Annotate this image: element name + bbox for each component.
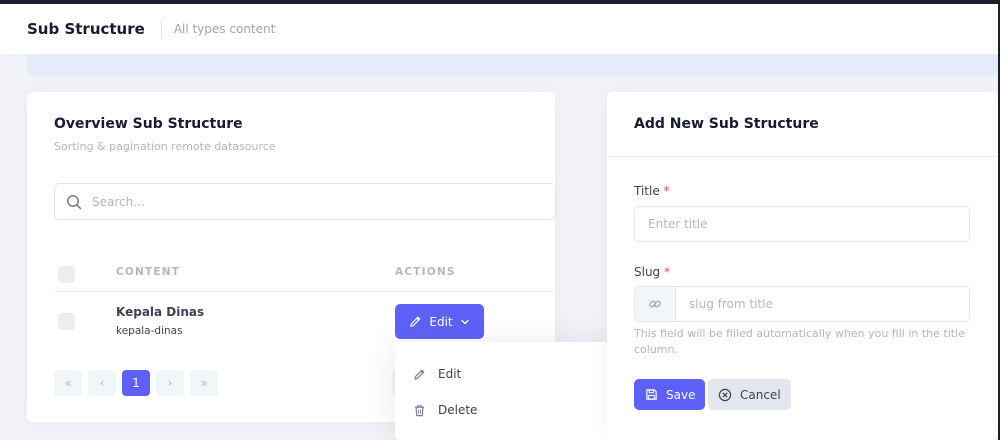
page-title: Sub Structure: [27, 20, 145, 38]
page-number-button[interactable]: 1: [122, 370, 150, 396]
add-form-card: Add New Sub Structure Title * Slug * Thi…: [607, 92, 998, 440]
pencil-icon: [410, 316, 421, 327]
row-title: Kepala Dinas: [116, 305, 205, 319]
search-box: [54, 183, 556, 220]
subheader-divider: [160, 19, 162, 39]
slug-label: Slug *: [634, 265, 670, 279]
title-input[interactable]: [634, 206, 970, 242]
title-label-text: Title: [634, 184, 660, 198]
page-description: All types content: [173, 22, 276, 36]
link-icon: [649, 300, 661, 308]
slug-prefix: [635, 287, 676, 321]
trash-icon: [414, 404, 425, 416]
dropdown-item-edit[interactable]: Edit: [413, 367, 461, 381]
edit-actions-button[interactable]: Edit: [395, 304, 484, 339]
overview-title: Overview Sub Structure: [54, 116, 243, 132]
search-input[interactable]: [92, 194, 532, 209]
save-button-label: Save: [666, 387, 696, 402]
column-header-content[interactable]: CONTENT: [116, 266, 180, 278]
required-asterisk: *: [664, 265, 671, 279]
slug-input[interactable]: [676, 287, 969, 321]
row-checkbox[interactable]: [58, 313, 75, 330]
page-last-button[interactable]: »: [190, 370, 218, 396]
dropdown-item-delete-label: Delete: [438, 403, 478, 417]
title-label: Title *: [634, 184, 670, 198]
edit-button-label: Edit: [429, 314, 453, 329]
pagination: « ‹ 1 › »: [54, 370, 218, 396]
chevron-down-icon: [460, 319, 469, 324]
form-header-divider: [607, 156, 998, 157]
cancel-button-label: Cancel: [740, 387, 781, 402]
page-first-button[interactable]: «: [54, 370, 82, 396]
slug-label-text: Slug: [634, 265, 661, 279]
required-asterisk: *: [663, 184, 670, 198]
form-title: Add New Sub Structure: [634, 116, 819, 132]
page-prev-button[interactable]: ‹: [88, 370, 116, 396]
dropdown-item-delete[interactable]: Delete: [413, 403, 477, 417]
save-icon: [646, 389, 657, 400]
column-header-actions: ACTIONS: [395, 266, 456, 278]
cancel-icon: [718, 388, 732, 401]
subheader: Sub Structure All types content: [0, 4, 998, 54]
pencil-icon: [414, 369, 425, 380]
slug-input-group: [634, 286, 970, 322]
search-icon: [67, 194, 82, 209]
overview-subtitle: Sorting & pagination remote datasource: [54, 140, 276, 153]
dropdown-item-edit-label: Edit: [438, 367, 462, 381]
select-all-checkbox[interactable]: [58, 266, 75, 283]
header-band: [27, 54, 998, 76]
save-button[interactable]: Save: [634, 379, 705, 410]
page-next-button[interactable]: ›: [156, 370, 184, 396]
cancel-button[interactable]: Cancel: [708, 379, 791, 410]
slug-help-text: This field will be filled automatically …: [634, 327, 965, 356]
table-header-divider: [54, 291, 556, 292]
row-slug: kepala-dinas: [116, 325, 183, 337]
actions-dropdown-menu: Edit Delete: [395, 342, 629, 440]
